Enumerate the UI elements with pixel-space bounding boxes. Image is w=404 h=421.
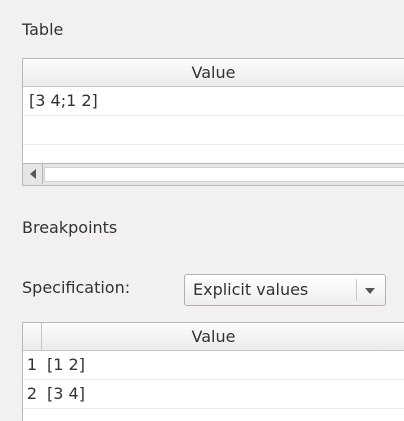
table-column-header-label: Value <box>191 63 236 82</box>
left-arrow-icon <box>30 169 36 179</box>
breakpoints-section-label: Breakpoints <box>22 218 118 237</box>
breakpoints-row[interactable]: 2 [3 4] <box>23 380 404 409</box>
breakpoint-value-cell[interactable]: [3 4] <box>47 380 85 408</box>
table-grid[interactable]: Value [3 4;1 2] <box>22 58 404 186</box>
breakpoint-value-cell[interactable]: [1 2] <box>47 351 85 379</box>
specification-dropdown-value: Explicit values <box>193 280 309 299</box>
table-section-label: Table <box>22 20 64 39</box>
breakpoints-row[interactable]: 1 [1 2] <box>23 351 404 380</box>
breakpoints-column-header-label: Value <box>191 327 236 346</box>
chevron-down-icon <box>365 288 375 294</box>
scrollbar-track[interactable] <box>44 167 404 182</box>
horizontal-scrollbar[interactable] <box>23 163 404 185</box>
scroll-left-button[interactable] <box>23 164 43 184</box>
breakpoints-column-header[interactable]: Value <box>23 323 404 351</box>
table-row-empty[interactable] <box>23 116 404 145</box>
specification-label: Specification: <box>22 278 131 297</box>
row-index: 2 <box>26 384 38 403</box>
row-index: 1 <box>26 355 38 374</box>
table-column-header[interactable]: Value <box>23 59 404 87</box>
table-row[interactable]: [3 4;1 2] <box>23 87 404 116</box>
specification-dropdown[interactable]: Explicit values <box>184 274 386 306</box>
table-cell-value[interactable]: [3 4;1 2] <box>29 87 98 115</box>
dropdown-separator <box>356 279 357 301</box>
breakpoints-table[interactable]: Value 1 [1 2] 2 [3 4] <box>22 322 404 421</box>
